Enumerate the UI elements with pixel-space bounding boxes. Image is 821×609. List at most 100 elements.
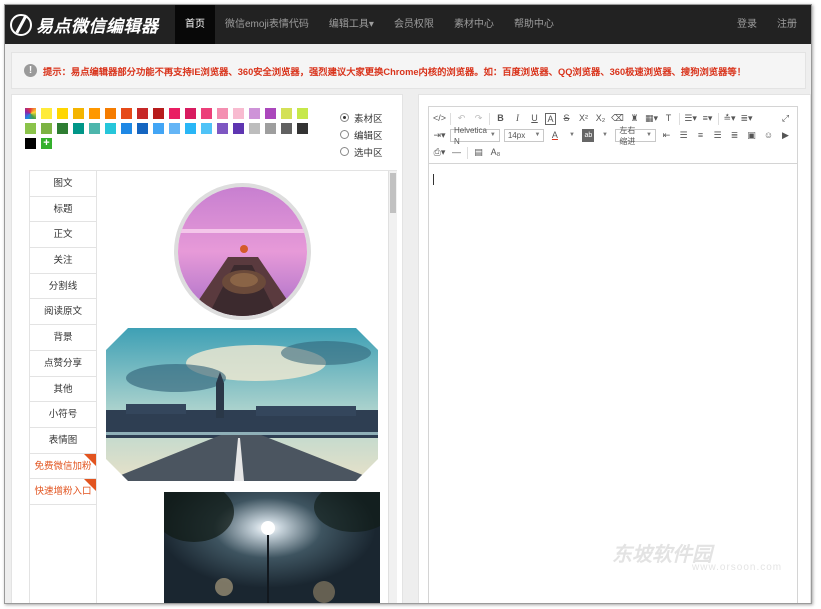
undo-icon[interactable]: ↶ (455, 112, 468, 125)
color-swatch[interactable] (153, 108, 164, 119)
nav-item-edit-tools[interactable]: 编辑工具▾ (319, 5, 384, 44)
font-color-button[interactable]: A (548, 129, 561, 142)
image-icon[interactable]: ▣ (745, 129, 758, 142)
color-swatch[interactable] (89, 108, 100, 119)
clear-format-icon[interactable]: T (662, 112, 675, 125)
color-swatch[interactable] (281, 123, 292, 134)
color-swatch[interactable] (169, 108, 180, 119)
nav-item-membership[interactable]: 会员权限 (384, 5, 444, 44)
tab-image-text[interactable]: 图文 (30, 171, 96, 197)
paragraph-spacing-icon[interactable]: ≣▾ (740, 112, 753, 125)
color-swatch-multicolor[interactable] (25, 108, 36, 119)
color-swatch[interactable] (217, 123, 228, 134)
color-swatch[interactable] (89, 123, 100, 134)
align-center-icon[interactable]: ≡ (694, 129, 707, 142)
tab-background[interactable]: 背景 (30, 325, 96, 351)
color-swatch[interactable] (57, 123, 68, 134)
color-swatch[interactable] (137, 123, 148, 134)
color-swatch[interactable] (185, 123, 196, 134)
tab-divider[interactable]: 分割线 (30, 274, 96, 300)
radio-material-area[interactable]: 素材区 (340, 109, 383, 126)
material-image-boat[interactable] (174, 183, 311, 320)
color-swatch[interactable] (25, 138, 36, 149)
tab-quick-fans[interactable]: 快速增粉入口 (30, 479, 96, 505)
source-code-icon[interactable]: </> (433, 112, 446, 125)
table-dropdown-icon[interactable]: ▦▾ (645, 112, 658, 125)
font-color-caret-icon[interactable]: ▼ (565, 129, 578, 142)
emotion-icon[interactable]: ☺ (762, 129, 775, 142)
color-swatch[interactable] (169, 123, 180, 134)
font-size-indicator-icon[interactable]: A₈ (489, 146, 502, 159)
nav-item-help[interactable]: 帮助中心 (504, 5, 564, 44)
radio-edit-area[interactable]: 编辑区 (340, 126, 383, 143)
strikethrough-button[interactable]: S (560, 112, 573, 125)
video-icon[interactable]: ▶ (779, 129, 792, 142)
indent-dropdown-icon[interactable]: ⇥▾ (433, 129, 446, 142)
align-left-icon[interactable]: ⇤ (660, 129, 673, 142)
align-right-icon[interactable]: ☰ (711, 129, 724, 142)
color-swatch[interactable] (57, 108, 68, 119)
color-swatch[interactable] (73, 108, 84, 119)
tab-other[interactable]: 其他 (30, 377, 96, 403)
border-text-button[interactable]: A (545, 112, 557, 125)
superscript-button[interactable]: X² (577, 112, 590, 125)
ordered-list-icon[interactable]: ☰▾ (684, 112, 697, 125)
color-swatch[interactable] (249, 108, 260, 119)
redo-icon[interactable]: ↷ (472, 112, 485, 125)
tab-symbols[interactable]: 小符号 (30, 402, 96, 428)
color-swatch[interactable] (105, 123, 116, 134)
eraser-icon[interactable]: ⌫ (611, 112, 624, 125)
tab-follow[interactable]: 关注 (30, 248, 96, 274)
gallery-scrollbar[interactable] (388, 171, 397, 603)
color-swatch[interactable] (185, 108, 196, 119)
material-image-london[interactable] (106, 328, 378, 481)
fullscreen-icon[interactable]: ⤢ (779, 112, 792, 125)
subscript-button[interactable]: X₂ (594, 112, 607, 125)
color-swatch[interactable] (297, 108, 308, 119)
indent-select[interactable]: 左右缩进 ▼ (615, 126, 656, 146)
color-swatch[interactable] (249, 123, 260, 134)
scrollbar-thumb[interactable] (390, 173, 396, 213)
color-swatch[interactable] (25, 123, 36, 134)
font-size-select[interactable]: 14px ▼ (503, 129, 545, 142)
login-link[interactable]: 登录 (727, 5, 767, 44)
font-family-select[interactable]: Helvetica N ▼ (450, 126, 500, 146)
color-swatch[interactable] (265, 108, 276, 119)
logo[interactable]: 易点微信编辑器 (5, 5, 175, 44)
horizontal-rule-icon[interactable]: — (450, 146, 463, 159)
color-swatch[interactable] (201, 108, 212, 119)
color-swatch[interactable] (73, 123, 84, 134)
line-height-icon[interactable]: ≛▾ (723, 112, 736, 125)
color-swatch[interactable] (201, 123, 212, 134)
color-swatch[interactable] (233, 108, 244, 119)
color-swatch[interactable] (153, 123, 164, 134)
color-swatch[interactable] (121, 108, 132, 119)
color-swatch[interactable] (137, 108, 148, 119)
tab-like-share[interactable]: 点赞分享 (30, 351, 96, 377)
color-swatch[interactable] (233, 123, 244, 134)
bold-button[interactable]: B (494, 112, 507, 125)
color-swatch[interactable] (281, 108, 292, 119)
color-swatch[interactable] (121, 123, 132, 134)
tab-free-fans[interactable]: 免费微信加粉 (30, 453, 96, 480)
insert-table-icon[interactable]: ▤ (472, 146, 485, 159)
color-swatch[interactable] (265, 123, 276, 134)
italic-button[interactable]: I (511, 112, 524, 125)
background-color-button[interactable]: ab (582, 129, 595, 142)
insert-template-icon[interactable]: ⎙▾ (433, 146, 446, 159)
radio-selected-area[interactable]: 选中区 (340, 143, 383, 160)
format-painter-icon[interactable]: ♜ (628, 112, 641, 125)
color-swatch[interactable] (41, 123, 52, 134)
color-swatch[interactable] (297, 123, 308, 134)
background-color-caret-icon[interactable]: ▼ (598, 129, 611, 142)
tab-body[interactable]: 正文 (30, 222, 96, 249)
color-swatch[interactable] (105, 108, 116, 119)
tab-title[interactable]: 标题 (30, 197, 96, 223)
align-justify-left-icon[interactable]: ☰ (677, 129, 690, 142)
register-link[interactable]: 注册 (767, 5, 807, 44)
nav-item-home[interactable]: 首页 (175, 5, 215, 44)
underline-button[interactable]: U (528, 112, 541, 125)
color-swatch[interactable] (41, 108, 52, 119)
material-image-street-lamp[interactable] (164, 492, 380, 603)
align-justify-icon[interactable]: ≣ (728, 129, 741, 142)
